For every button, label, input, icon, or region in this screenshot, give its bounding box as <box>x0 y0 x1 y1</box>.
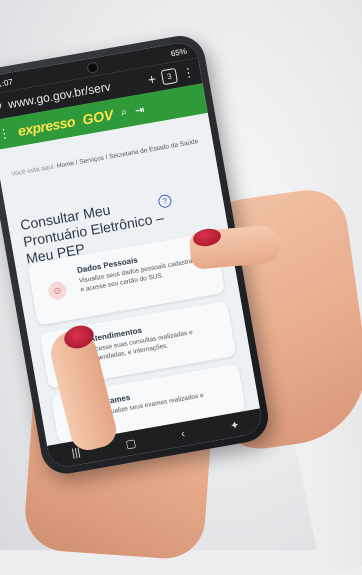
breadcrumb-path[interactable]: Home / Serviços / Secretaria de Estado d… <box>56 138 198 170</box>
home-icon[interactable]: ▢ <box>125 436 137 451</box>
menu-icon[interactable]: ⋮ <box>0 126 11 142</box>
breadcrumb: Você está aqui: Home / Serviços / Secret… <box>11 137 200 179</box>
accessibility-icon[interactable]: ✦ <box>229 418 240 432</box>
user-icon: ☺ <box>46 280 68 302</box>
settings-icon[interactable]: ⚙ <box>0 100 3 112</box>
search-icon[interactable]: ⌕ <box>120 106 128 120</box>
login-icon[interactable]: ⇥ <box>134 103 145 116</box>
status-battery: 65% <box>170 46 188 58</box>
page-content: Você está aqui: Home / Serviços / Secret… <box>0 112 260 446</box>
add-tab-icon[interactable]: + <box>147 71 158 88</box>
menu-icon[interactable]: ⋮ <box>181 65 195 81</box>
expresso-logo[interactable]: expresso <box>17 113 76 139</box>
gov-logo[interactable]: GOV <box>81 106 114 127</box>
back-icon[interactable]: ‹ <box>180 428 186 440</box>
status-time: 11:07 <box>0 76 14 90</box>
breadcrumb-prefix: Você está aqui: <box>10 163 56 178</box>
tabs-icon[interactable]: 3 <box>160 67 178 85</box>
